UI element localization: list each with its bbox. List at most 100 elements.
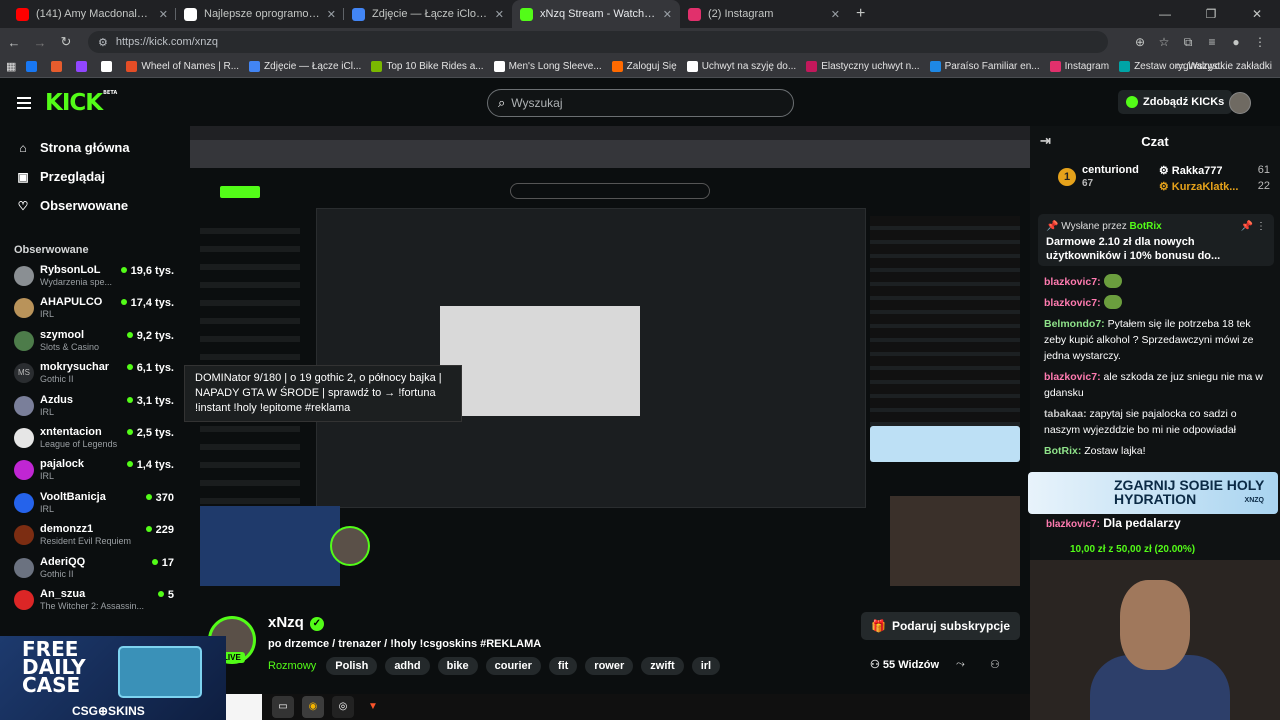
channel-item[interactable]: xntentacion League of Legends 2,5 tys. — [0, 424, 190, 456]
tag[interactable]: fit — [548, 657, 578, 675]
bookmark[interactable] — [101, 61, 116, 72]
bookmark[interactable] — [51, 61, 66, 72]
site-info-icon[interactable]: ⚙ — [98, 36, 108, 49]
user-avatar[interactable] — [1229, 92, 1251, 114]
pinned-actions[interactable]: 📌 ⋮ — [1241, 221, 1266, 232]
bookmark-star-icon[interactable]: ☆ — [1152, 35, 1176, 50]
maximize-icon[interactable]: ❐ — [1188, 0, 1234, 28]
nav-following[interactable]: ♡ Obserwowane — [0, 191, 190, 220]
category-link[interactable]: Rozmowy — [268, 660, 316, 672]
bookmark[interactable]: Men's Long Sleeve... — [493, 61, 602, 72]
close-tab-icon[interactable]: ✕ — [663, 8, 672, 21]
bookmark[interactable]: Wheel of Names | R... — [126, 61, 239, 72]
new-tab-button[interactable]: + — [856, 5, 865, 23]
channel-item[interactable]: MS mokrysuchar Gothic II 6,1 tys. — [0, 359, 190, 391]
apps-icon[interactable]: ▦ — [6, 60, 16, 73]
csgoskins-ad[interactable]: FREE DAILY CASE CSG⊕SKINS — [0, 636, 226, 720]
bookmark-icon — [611, 61, 623, 72]
close-window-icon[interactable]: ✕ — [1234, 0, 1280, 28]
bookmark[interactable]: Zdjęcie — Łącze iCl... — [249, 61, 361, 72]
bookmark[interactable]: Paraíso Familiar en... — [929, 61, 1040, 72]
channel-item[interactable]: pajalock IRL 1,4 tys. — [0, 456, 190, 488]
tag[interactable]: bike — [437, 657, 478, 675]
chat-leaderboard: 1 centuriond 67 ⚙ Rakka777 61 ⚙ KurzaKlatk.… — [1030, 156, 1280, 200]
collapse-chat-icon[interactable]: ⇥ — [1040, 133, 1051, 149]
pinned-message[interactable]: 📌 Wysłane przez BotRix Darmowe 2.10 zł d… — [1038, 214, 1274, 266]
gift-subscription-button[interactable]: 🎁 Podaruj subskrypcje — [861, 612, 1020, 640]
search-input[interactable] — [511, 96, 762, 110]
tag[interactable]: rower — [585, 657, 634, 675]
tag[interactable]: Polish — [326, 657, 378, 675]
video-player[interactable] — [190, 126, 1030, 598]
tag[interactable]: irl — [691, 657, 721, 675]
media-icon[interactable]: ≡ — [1200, 35, 1224, 50]
pin-icon: 📌 — [1046, 221, 1062, 232]
tag[interactable]: courier — [485, 657, 541, 675]
menu-icon[interactable]: ⋮ — [1248, 35, 1272, 50]
get-kicks-button[interactable]: Zdobądź KICKs — [1118, 90, 1233, 114]
profile-icon[interactable]: ● — [1224, 35, 1248, 50]
bookmark-icon — [686, 61, 698, 72]
chat-message: tabakaa: zapytaj sie pajalocka co sadzi … — [1044, 408, 1237, 436]
hamburger-menu-icon[interactable] — [17, 97, 31, 112]
forward-icon[interactable]: → — [28, 35, 52, 50]
back-icon[interactable]: ← — [2, 35, 26, 50]
bookmark[interactable]: Uchwyt na szyję do... — [686, 61, 796, 72]
tag[interactable]: zwift — [641, 657, 684, 675]
bookmark[interactable]: Zaloguj Się — [611, 61, 677, 72]
nav-home[interactable]: ⌂ Strona główna — [0, 133, 190, 162]
bookmark[interactable]: Elastyczny uchwyt n... — [806, 61, 920, 72]
channel-tooltip: DOMINator 9/180 | o 19 gothic 2, o półno… — [184, 365, 462, 422]
gift-icon: ⚙ — [1158, 181, 1172, 193]
channel-item[interactable]: AderiQQ Gothic II 17 — [0, 554, 190, 586]
channel-item[interactable]: VooltBanicja IRL 370 — [0, 489, 190, 521]
bookmark-icon — [126, 61, 138, 72]
extensions-icon[interactable]: ⧉ — [1176, 35, 1200, 50]
bookmark[interactable]: Top 10 Bike Rides a... — [371, 61, 484, 72]
follow-user-icon[interactable]: ⚇ — [990, 658, 1000, 671]
bookmark-icon — [493, 61, 505, 72]
channel-item[interactable]: szymool Slots & Casino 9,2 tys. — [0, 327, 190, 359]
taskbar-blank — [226, 694, 262, 720]
close-tab-icon[interactable]: ✕ — [831, 8, 840, 21]
kicks-icon — [1126, 96, 1138, 108]
bookmark-icon — [1119, 61, 1131, 72]
brave-icon[interactable]: ▼ — [362, 696, 384, 718]
channel-item[interactable]: Azdus IRL 3,1 tys. — [0, 392, 190, 424]
address-bar[interactable]: ⚙ https://kick.com/xnzq — [88, 31, 1108, 53]
channel-name[interactable]: xNzq ✓ — [268, 614, 324, 631]
channel-item[interactable]: AHAPULCO IRL 17,4 tys. — [0, 294, 190, 326]
channel-item[interactable]: demonzz1 Resident Evil Requiem 229 — [0, 521, 190, 553]
terminal-icon[interactable]: ▭ — [272, 696, 294, 718]
kick-logo[interactable]: KICKBETA — [45, 90, 117, 116]
minimize-icon[interactable]: — — [1142, 0, 1188, 28]
tag[interactable]: adhd — [385, 657, 430, 675]
channel-avatar — [14, 395, 34, 416]
all-bookmarks[interactable]: ▭ Wszystkie zakładki — [1176, 56, 1272, 78]
channel-item[interactable]: An_szua The Witcher 2: Assassin... 5 — [0, 586, 190, 618]
browser-tab[interactable]: Zdjęcie — Łącze iCloud — Zdj✕ — [344, 0, 512, 28]
reload-icon[interactable]: ↻ — [54, 34, 78, 50]
browser-tab[interactable]: Najlepsze oprogramowanie do✕ — [176, 0, 344, 28]
bookmark[interactable] — [76, 61, 91, 72]
channel-avatar — [14, 330, 34, 351]
browser-tab-active[interactable]: xNzq Stream - Watch Live on K✕ — [512, 0, 680, 28]
obs-icon[interactable]: ◎ — [332, 696, 354, 718]
twitch-icon — [76, 61, 88, 72]
close-tab-icon[interactable]: ✕ — [159, 8, 168, 21]
nav-browse[interactable]: ▣ Przeglądaj — [0, 162, 190, 191]
zoom-icon[interactable]: ⊕ — [1128, 35, 1152, 50]
close-tab-icon[interactable]: ✕ — [327, 8, 336, 21]
bookmark[interactable] — [26, 61, 41, 72]
chrome-icon[interactable]: ◉ — [302, 696, 324, 718]
instagram-icon — [688, 7, 701, 21]
browse-icon: ▣ — [17, 169, 29, 184]
browser-tab[interactable]: (2) Instagram ✕ — [680, 0, 848, 28]
share-icon[interactable]: ⤳ — [956, 658, 965, 671]
browser-tab[interactable]: (141) Amy Macdonald - Th ✕ — [8, 0, 176, 28]
channel-item[interactable]: RybsonLoL Wydarzenia spe... 19,6 tys. — [0, 262, 190, 294]
close-tab-icon[interactable]: ✕ — [495, 8, 504, 21]
folder-icon: ▭ — [1175, 61, 1189, 72]
viewers-icon: ⚇ — [870, 659, 883, 671]
bookmark[interactable]: Instagram — [1049, 61, 1109, 72]
